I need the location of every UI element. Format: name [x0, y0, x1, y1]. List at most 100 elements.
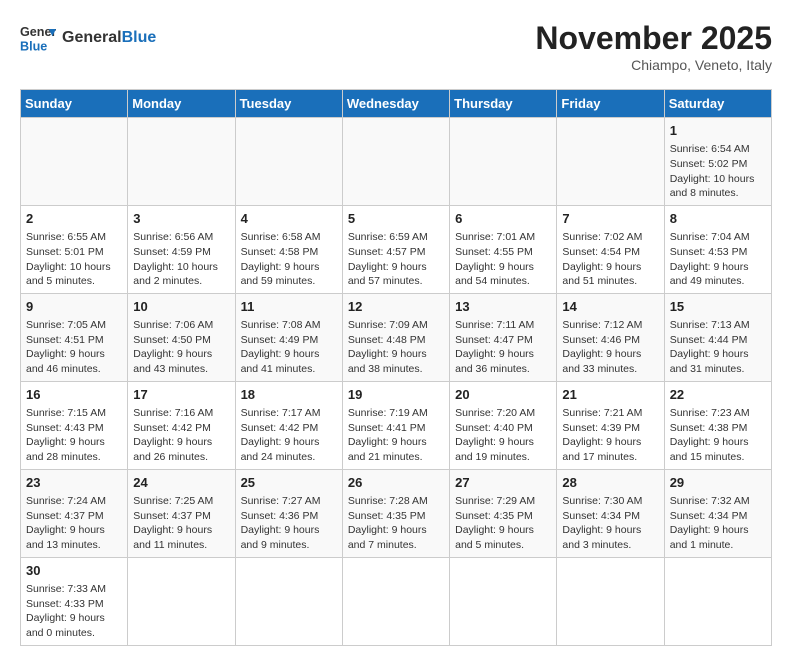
month-year-title: November 2025 — [535, 20, 772, 57]
day-info: Sunrise: 7:29 AM Sunset: 4:35 PM Dayligh… — [455, 494, 551, 553]
day-number: 3 — [133, 210, 229, 228]
calendar-header-saturday: Saturday — [664, 90, 771, 118]
day-number: 17 — [133, 386, 229, 404]
calendar-cell: 23 Sunrise: 7:24 AM Sunset: 4:37 PM Dayli… — [21, 469, 128, 557]
svg-text:Blue: Blue — [20, 40, 47, 54]
calendar-cell: 18 Sunrise: 7:17 AM Sunset: 4:42 PM Dayli… — [235, 381, 342, 469]
calendar-week-row: 16 Sunrise: 7:15 AM Sunset: 4:43 PM Dayli… — [21, 381, 772, 469]
calendar-header-friday: Friday — [557, 90, 664, 118]
day-info: Sunrise: 7:15 AM Sunset: 4:43 PM Dayligh… — [26, 406, 122, 465]
day-info: Sunrise: 7:04 AM Sunset: 4:53 PM Dayligh… — [670, 230, 766, 289]
logo: General Blue GeneralBlue — [20, 20, 156, 56]
day-number: 15 — [670, 298, 766, 316]
calendar-week-row: 1Sunrise: 6:54 AM Sunset: 5:02 PM Daylig… — [21, 118, 772, 206]
day-number: 28 — [562, 474, 658, 492]
day-number: 14 — [562, 298, 658, 316]
calendar-cell: 2 Sunrise: 6:55 AM Sunset: 5:01 PM Daylig… — [21, 205, 128, 293]
day-info: Sunrise: 7:08 AM Sunset: 4:49 PM Dayligh… — [241, 318, 337, 377]
calendar-cell: 25Sunrise: 7:27 AM Sunset: 4:36 PM Dayli… — [235, 469, 342, 557]
calendar-cell: 20 Sunrise: 7:20 AM Sunset: 4:40 PM Dayli… — [450, 381, 557, 469]
day-number: 24 — [133, 474, 229, 492]
calendar-week-row: 2 Sunrise: 6:55 AM Sunset: 5:01 PM Daylig… — [21, 205, 772, 293]
day-info: Sunrise: 7:20 AM Sunset: 4:40 PM Dayligh… — [455, 406, 551, 465]
day-number: 30 — [26, 562, 122, 580]
day-info: Sunrise: 7:24 AM Sunset: 4:37 PM Dayligh… — [26, 494, 122, 553]
day-number: 25 — [241, 474, 337, 492]
calendar-cell: 13 Sunrise: 7:11 AM Sunset: 4:47 PM Dayli… — [450, 293, 557, 381]
day-info: Sunrise: 7:28 AM Sunset: 4:35 PM Dayligh… — [348, 494, 444, 553]
calendar-cell: 3 Sunrise: 6:56 AM Sunset: 4:59 PM Daylig… — [128, 205, 235, 293]
calendar-cell: 26Sunrise: 7:28 AM Sunset: 4:35 PM Dayli… — [342, 469, 449, 557]
calendar-cell: 30 Sunrise: 7:33 AM Sunset: 4:33 PM Dayli… — [21, 557, 128, 645]
day-number: 11 — [241, 298, 337, 316]
logo-text: GeneralBlue — [62, 29, 156, 47]
day-number: 23 — [26, 474, 122, 492]
calendar-cell: 17 Sunrise: 7:16 AM Sunset: 4:42 PM Dayli… — [128, 381, 235, 469]
calendar-cell — [128, 557, 235, 645]
day-number: 8 — [670, 210, 766, 228]
calendar-cell: 1Sunrise: 6:54 AM Sunset: 5:02 PM Daylig… — [664, 118, 771, 206]
calendar-cell: 10 Sunrise: 7:06 AM Sunset: 4:50 PM Dayli… — [128, 293, 235, 381]
calendar-cell: 19 Sunrise: 7:19 AM Sunset: 4:41 PM Dayli… — [342, 381, 449, 469]
day-info: Sunrise: 7:23 AM Sunset: 4:38 PM Dayligh… — [670, 406, 766, 465]
calendar-cell — [342, 557, 449, 645]
day-info: Sunrise: 7:25 AM Sunset: 4:37 PM Dayligh… — [133, 494, 229, 553]
day-number: 12 — [348, 298, 444, 316]
day-number: 10 — [133, 298, 229, 316]
calendar-cell: 29Sunrise: 7:32 AM Sunset: 4:34 PM Dayli… — [664, 469, 771, 557]
day-number: 19 — [348, 386, 444, 404]
calendar-table: SundayMondayTuesdayWednesdayThursdayFrid… — [20, 89, 772, 646]
calendar-cell — [235, 557, 342, 645]
calendar-cell: 15Sunrise: 7:13 AM Sunset: 4:44 PM Dayli… — [664, 293, 771, 381]
day-info: Sunrise: 6:55 AM Sunset: 5:01 PM Dayligh… — [26, 230, 122, 289]
day-number: 13 — [455, 298, 551, 316]
day-number: 18 — [241, 386, 337, 404]
calendar-cell: 11 Sunrise: 7:08 AM Sunset: 4:49 PM Dayli… — [235, 293, 342, 381]
day-number: 20 — [455, 386, 551, 404]
day-number: 7 — [562, 210, 658, 228]
calendar-cell: 8 Sunrise: 7:04 AM Sunset: 4:53 PM Daylig… — [664, 205, 771, 293]
calendar-header-row: SundayMondayTuesdayWednesdayThursdayFrid… — [21, 90, 772, 118]
day-number: 9 — [26, 298, 122, 316]
day-info: Sunrise: 7:17 AM Sunset: 4:42 PM Dayligh… — [241, 406, 337, 465]
calendar-cell: 4Sunrise: 6:58 AM Sunset: 4:58 PM Daylig… — [235, 205, 342, 293]
day-number: 5 — [348, 210, 444, 228]
calendar-cell: 24 Sunrise: 7:25 AM Sunset: 4:37 PM Dayli… — [128, 469, 235, 557]
day-info: Sunrise: 7:21 AM Sunset: 4:39 PM Dayligh… — [562, 406, 658, 465]
calendar-cell: 21Sunrise: 7:21 AM Sunset: 4:39 PM Dayli… — [557, 381, 664, 469]
day-info: Sunrise: 7:12 AM Sunset: 4:46 PM Dayligh… — [562, 318, 658, 377]
day-info: Sunrise: 6:59 AM Sunset: 4:57 PM Dayligh… — [348, 230, 444, 289]
day-info: Sunrise: 6:56 AM Sunset: 4:59 PM Dayligh… — [133, 230, 229, 289]
calendar-cell — [664, 557, 771, 645]
calendar-header-wednesday: Wednesday — [342, 90, 449, 118]
day-number: 2 — [26, 210, 122, 228]
day-info: Sunrise: 7:16 AM Sunset: 4:42 PM Dayligh… — [133, 406, 229, 465]
calendar-cell — [450, 557, 557, 645]
calendar-cell — [557, 118, 664, 206]
logo-icon: General Blue — [20, 20, 56, 56]
calendar-cell — [128, 118, 235, 206]
day-info: Sunrise: 7:09 AM Sunset: 4:48 PM Dayligh… — [348, 318, 444, 377]
calendar-cell — [21, 118, 128, 206]
day-number: 27 — [455, 474, 551, 492]
calendar-cell: 22 Sunrise: 7:23 AM Sunset: 4:38 PM Dayli… — [664, 381, 771, 469]
calendar-cell — [235, 118, 342, 206]
calendar-cell: 14 Sunrise: 7:12 AM Sunset: 4:46 PM Dayli… — [557, 293, 664, 381]
calendar-cell: 6Sunrise: 7:01 AM Sunset: 4:55 PM Daylig… — [450, 205, 557, 293]
day-info: Sunrise: 7:01 AM Sunset: 4:55 PM Dayligh… — [455, 230, 551, 289]
day-info: Sunrise: 7:32 AM Sunset: 4:34 PM Dayligh… — [670, 494, 766, 553]
calendar-week-row: 23 Sunrise: 7:24 AM Sunset: 4:37 PM Dayli… — [21, 469, 772, 557]
calendar-cell: 27 Sunrise: 7:29 AM Sunset: 4:35 PM Dayli… — [450, 469, 557, 557]
calendar-cell — [342, 118, 449, 206]
day-info: Sunrise: 7:05 AM Sunset: 4:51 PM Dayligh… — [26, 318, 122, 377]
calendar-cell: 9 Sunrise: 7:05 AM Sunset: 4:51 PM Daylig… — [21, 293, 128, 381]
day-info: Sunrise: 7:06 AM Sunset: 4:50 PM Dayligh… — [133, 318, 229, 377]
day-number: 16 — [26, 386, 122, 404]
day-info: Sunrise: 7:19 AM Sunset: 4:41 PM Dayligh… — [348, 406, 444, 465]
calendar-cell: 5 Sunrise: 6:59 AM Sunset: 4:57 PM Daylig… — [342, 205, 449, 293]
day-info: Sunrise: 7:11 AM Sunset: 4:47 PM Dayligh… — [455, 318, 551, 377]
day-info: Sunrise: 7:33 AM Sunset: 4:33 PM Dayligh… — [26, 582, 122, 641]
day-number: 4 — [241, 210, 337, 228]
calendar-header-thursday: Thursday — [450, 90, 557, 118]
day-number: 22 — [670, 386, 766, 404]
